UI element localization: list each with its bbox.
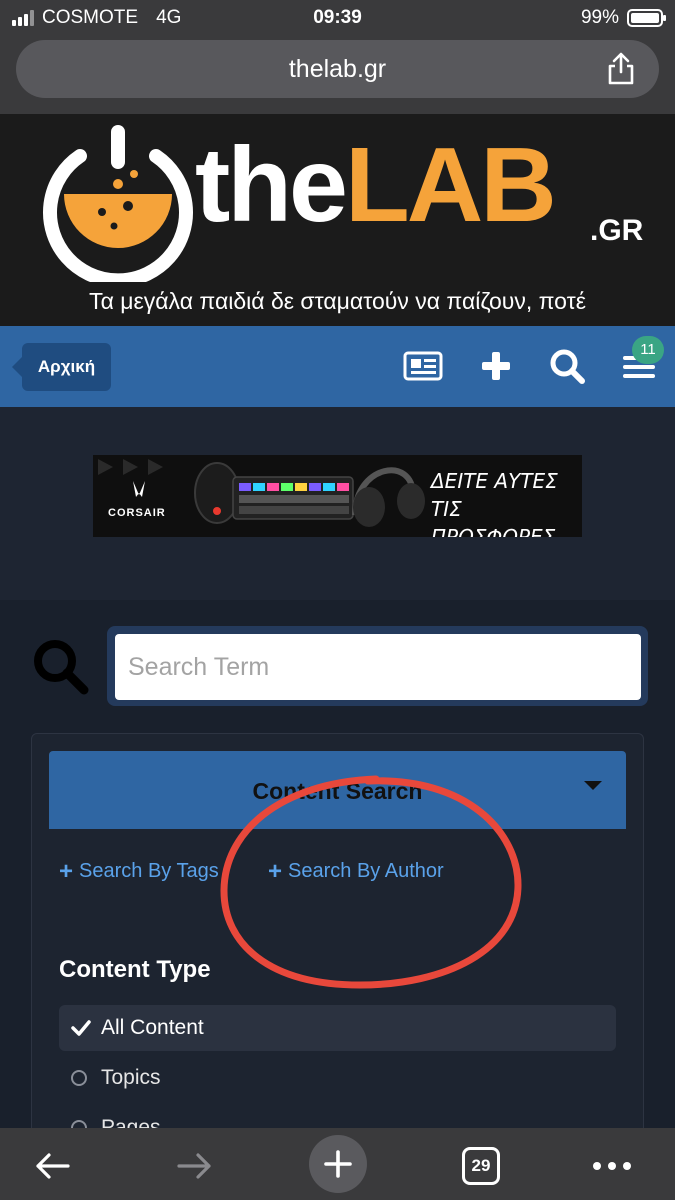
search-icon[interactable]: [548, 348, 588, 384]
address-bar[interactable]: thelab.gr: [16, 40, 659, 98]
plus-icon: [324, 1150, 352, 1178]
plus-icon: +: [59, 857, 74, 885]
status-bar: COSMOTE 4G 09:39 99%: [0, 0, 675, 36]
search-input[interactable]: [115, 634, 641, 700]
logo-domain: .GR: [590, 214, 644, 247]
more-button[interactable]: [584, 1138, 640, 1194]
url-text[interactable]: thelab.gr: [16, 55, 659, 84]
ad-headline: ΔΕΙΤΕ ΑΥΤΕΣ ΤΙΣ ΠΡΟΣΦΟΡΕΣ: [431, 469, 558, 537]
forward-button[interactable]: [167, 1138, 223, 1194]
forward-arrow-icon: [177, 1153, 211, 1179]
clock: 09:39: [313, 7, 362, 28]
notification-badge: 11: [632, 336, 664, 364]
search-by-tags-label: Search By Tags: [79, 860, 219, 882]
site-tagline: Τα μεγάλα παιδιά δε σταματούν να παίζουν…: [89, 288, 586, 314]
search-icon: [34, 640, 89, 695]
option-label: All Content: [101, 1016, 204, 1039]
ad-brand: CORSAIR: [108, 507, 166, 519]
battery-percent: 99%: [580, 7, 619, 28]
browser-chrome: thelab.gr: [0, 36, 675, 114]
tabs-button[interactable]: 29: [453, 1138, 509, 1194]
site-header: theLAB .GR Τα μεγάλα παιδιά δε σταματούν…: [0, 114, 675, 326]
caret-down-icon: [584, 781, 602, 790]
main-area: CORSAIR ΔΕΙΤΕ ΑΥΤΕΣ ΤΙΣ ΠΡΟΣΦΟΡΕΣ: [0, 407, 675, 600]
browser-toolbar: 29: [0, 1128, 675, 1200]
radio-icon: [71, 1070, 87, 1086]
new-tab-button[interactable]: [308, 1134, 368, 1194]
tabs-count-icon: 29: [462, 1147, 500, 1185]
checkmark-icon: [71, 1020, 91, 1036]
logo-wordmark: theLAB: [195, 126, 557, 244]
ad-banner[interactable]: CORSAIR ΔΕΙΤΕ ΑΥΤΕΣ ΤΙΣ ΠΡΟΣΦΟΡΕΣ: [93, 455, 582, 537]
option-all-content[interactable]: All Content: [59, 1005, 616, 1051]
option-topics[interactable]: Topics: [71, 1066, 161, 1090]
news-icon[interactable]: [403, 348, 443, 384]
back-button[interactable]: [24, 1138, 80, 1194]
home-breadcrumb-button[interactable]: Αρχική: [12, 343, 111, 391]
red-annotation-circle: [220, 775, 522, 989]
search-by-tags-link[interactable]: + Search By Tags: [59, 857, 219, 885]
plus-icon[interactable]: [476, 348, 516, 384]
battery-icon: [627, 9, 666, 27]
site-nav: Αρχική: [0, 326, 675, 407]
share-icon[interactable]: [605, 52, 637, 86]
option-label: Topics: [101, 1066, 161, 1089]
content-type-heading: Content Type: [59, 956, 211, 983]
back-arrow-icon: [36, 1153, 70, 1179]
more-dots-icon: [593, 1162, 631, 1170]
